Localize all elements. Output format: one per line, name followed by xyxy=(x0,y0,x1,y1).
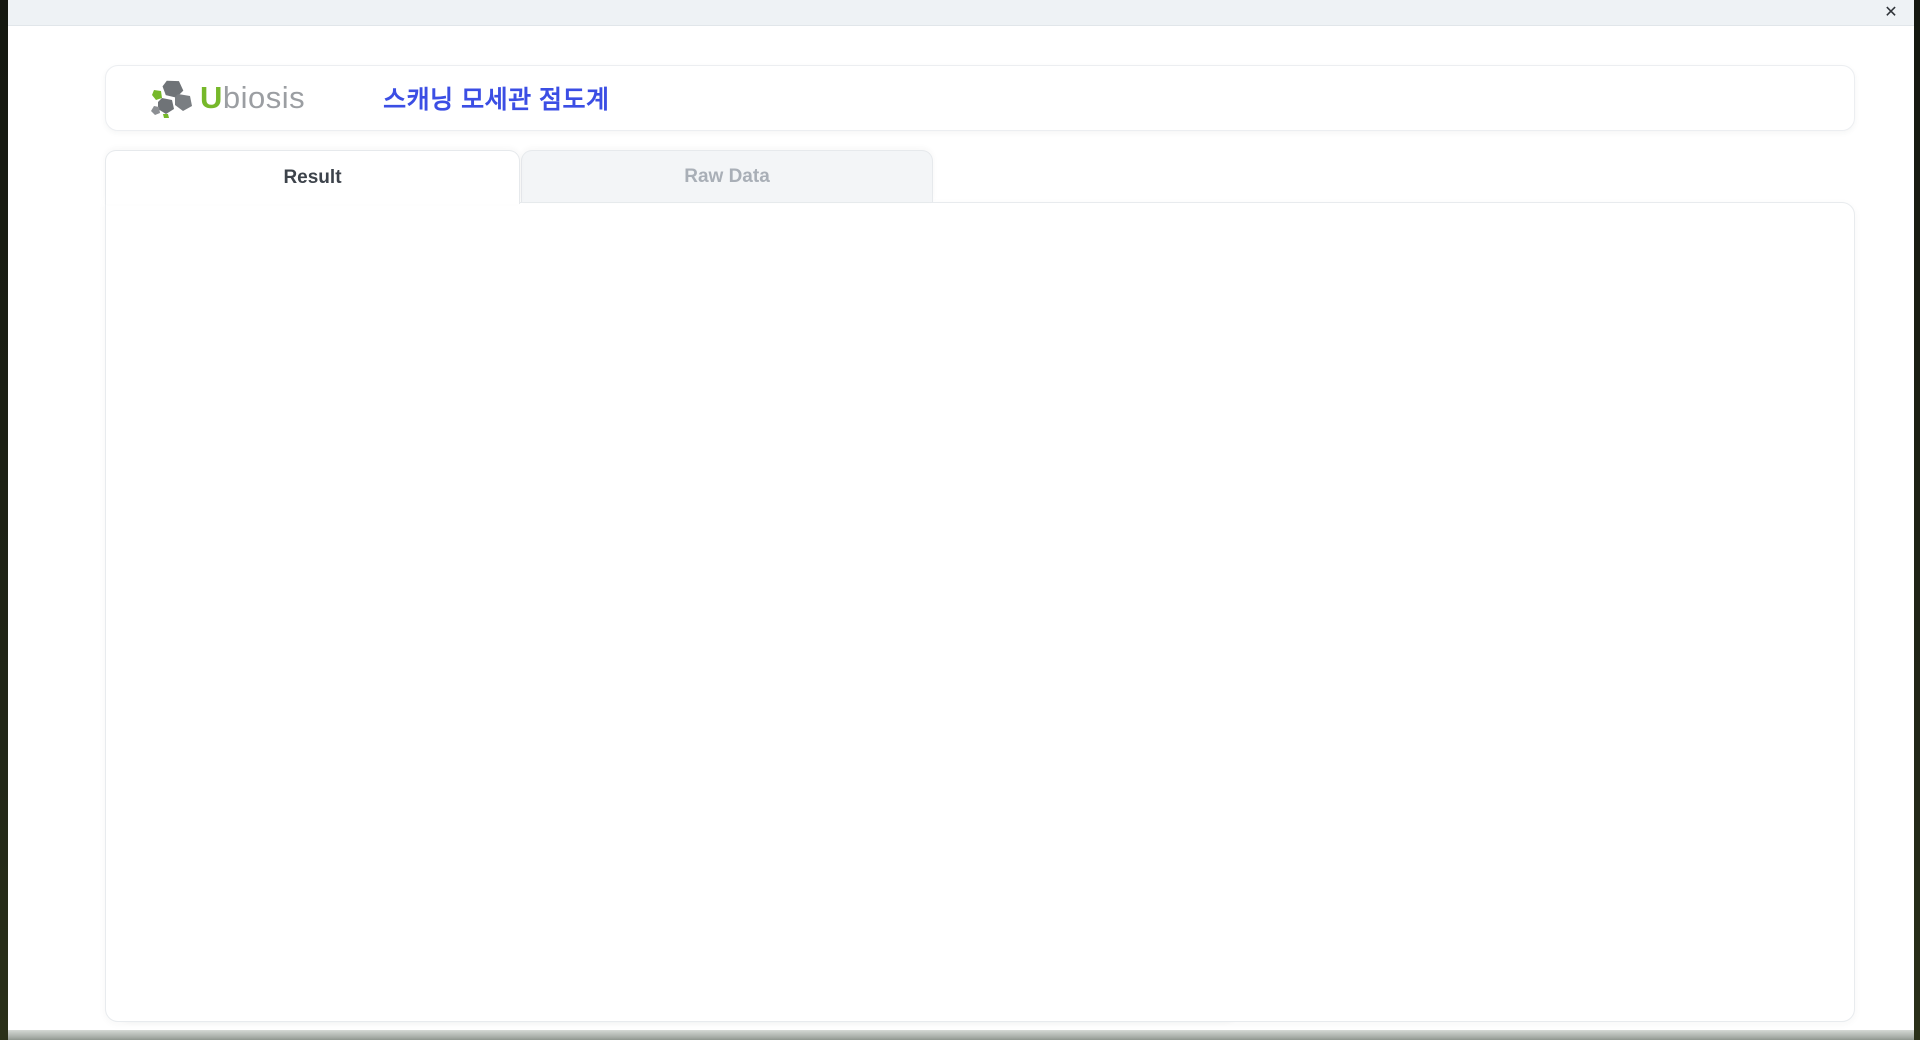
brand-name-u: U xyxy=(200,80,223,115)
brand-name: Ubiosis xyxy=(200,80,305,116)
tab-result[interactable]: Result xyxy=(105,150,520,204)
app-window: ✕ Ubiosis 스캐닝 모세관 점도계 Result Raw Data i … xyxy=(0,0,1920,1040)
brand-name-rest: biosis xyxy=(222,80,306,115)
close-icon[interactable]: ✕ xyxy=(1880,2,1902,24)
header-card: Ubiosis 스캐닝 모세관 점도계 xyxy=(105,65,1855,131)
tab-raw-data[interactable]: Raw Data xyxy=(521,150,933,202)
desktop-edge-right xyxy=(1914,0,1920,1040)
title-bar: ✕ xyxy=(8,0,1914,26)
page-title: 스캐닝 모세관 점도계 xyxy=(383,86,610,114)
logo-pebbles-icon xyxy=(151,80,192,118)
result-panel xyxy=(105,202,1855,1022)
brand-logo: Ubiosis xyxy=(150,78,305,118)
window-bottom-edge xyxy=(8,1030,1914,1040)
desktop-edge-left xyxy=(0,0,8,1040)
